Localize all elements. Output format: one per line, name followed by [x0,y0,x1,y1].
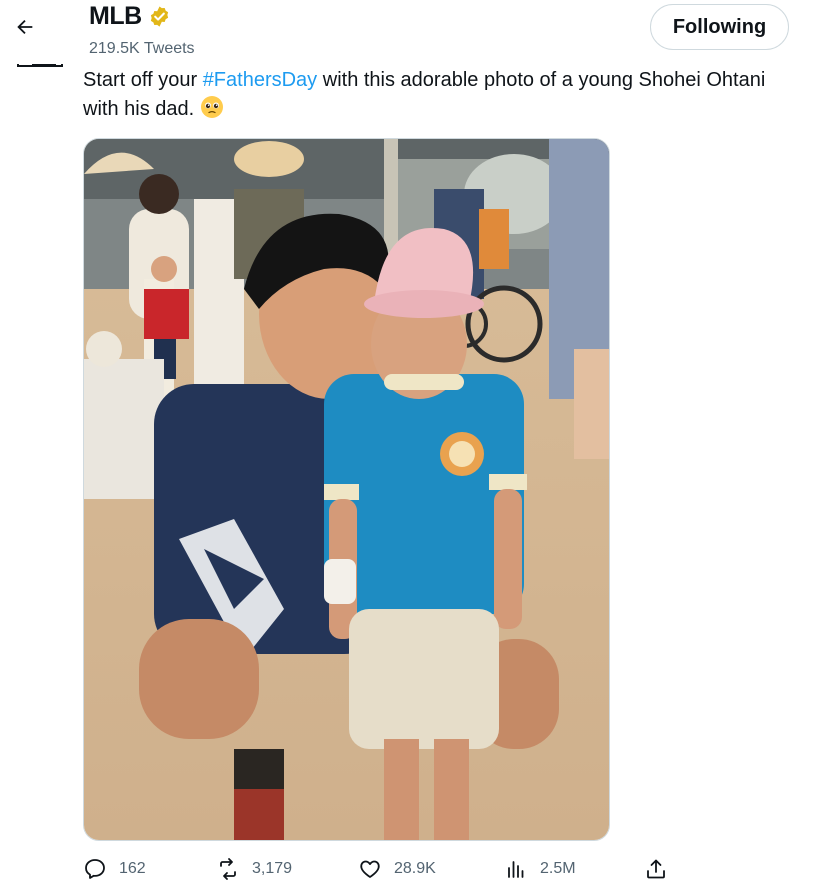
views-chart-icon [508,861,524,878]
heart-icon [360,860,380,878]
reply-action[interactable]: 162 [83,852,146,886]
verified-badge-icon [150,6,168,27]
account-name[interactable]: MLB [89,2,171,31]
retweet-icon [220,858,236,880]
views-action[interactable]: 2.5M [504,852,576,886]
back-button[interactable] [10,12,40,42]
account-name-text[interactable]: MLB [89,2,142,31]
pleading-face-emoji-icon [200,96,223,118]
photo-image [84,139,609,840]
share-button[interactable] [644,852,668,886]
tweet-count: 219.5K Tweets [89,40,195,57]
arrow-left-icon [17,19,33,35]
tweet-photo[interactable] [83,138,610,841]
reply-count: 162 [119,860,146,877]
like-count: 28.9K [394,860,436,877]
like-action[interactable]: 28.9K [358,852,436,886]
retweet-count: 3,179 [252,860,293,877]
share-icon [647,859,665,879]
tweet-header: MLB 219.5K Tweets Following [0,0,815,64]
views-count: 2.5M [540,860,576,877]
tweet-text: Start off your #FathersDay with this ado… [83,66,803,124]
following-button[interactable]: Following [650,4,789,50]
tweet-actions: 162 3,179 28.9K 2.5M [0,852,815,886]
reply-icon [85,859,105,879]
tweet-text-start: Start off your [83,69,203,91]
retweet-action[interactable]: 3,179 [216,852,292,886]
hashtag-link[interactable]: #FathersDay [203,69,318,91]
